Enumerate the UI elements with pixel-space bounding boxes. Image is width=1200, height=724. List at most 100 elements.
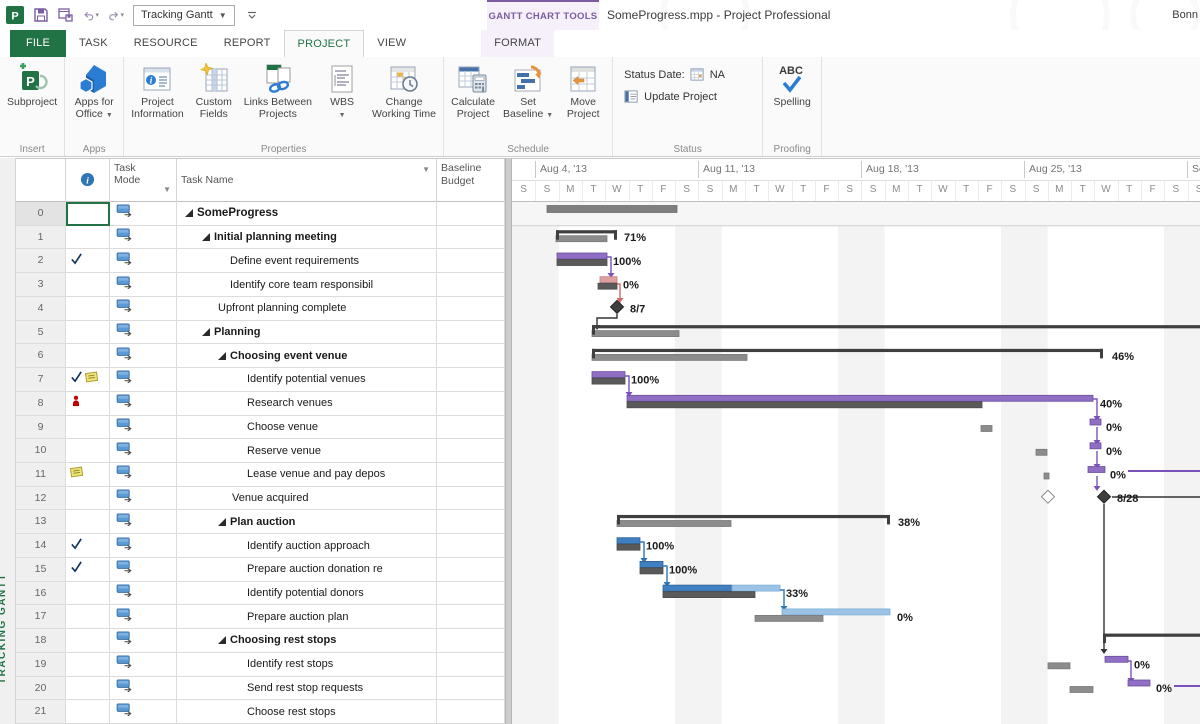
gantt-summary-bar[interactable]	[1103, 634, 1200, 637]
task-mode-cell[interactable]	[110, 558, 177, 582]
baseline-budget-cell[interactable]	[437, 392, 505, 416]
baseline-budget-cell[interactable]	[437, 534, 505, 558]
task-name-cell[interactable]: Choose venue	[177, 416, 437, 440]
baseline-budget-cell[interactable]	[437, 297, 505, 321]
gantt-baseline-bar[interactable]	[592, 331, 679, 337]
baseline-budget-cell[interactable]	[437, 249, 505, 273]
baseline-budget-cell[interactable]	[437, 653, 505, 677]
row-number-cell[interactable]: 10	[16, 439, 66, 463]
task-mode-cell[interactable]	[110, 629, 177, 653]
row-number-cell[interactable]: 4	[16, 297, 66, 321]
gantt-task-bar[interactable]	[1088, 467, 1105, 473]
indicator-cell[interactable]	[66, 297, 110, 321]
indicator-cell[interactable]	[66, 700, 110, 724]
gantt-baseline-bar[interactable]	[598, 283, 617, 289]
row-number-cell[interactable]: 0	[16, 202, 66, 226]
task-name-cell[interactable]: Identify auction approach	[177, 534, 437, 558]
gantt-task-bar[interactable]	[547, 206, 677, 213]
gantt-baseline-bar[interactable]	[755, 615, 823, 621]
baseline-budget-cell[interactable]	[437, 439, 505, 463]
gantt-summary-bar[interactable]	[617, 515, 890, 518]
indicator-cell[interactable]	[66, 677, 110, 701]
baseline-budget-cell[interactable]	[437, 344, 505, 368]
collapse-triangle-icon[interactable]	[202, 328, 210, 336]
view-selector-dropdown[interactable]: Tracking Gantt▼	[133, 5, 235, 26]
task-name-cell[interactable]: Prepare auction donation re	[177, 558, 437, 582]
gantt-task-bar[interactable]	[1090, 443, 1101, 449]
task-name-cell[interactable]: Choosing event venue	[177, 344, 437, 368]
task-name-cell[interactable]: Choose rest stops	[177, 700, 437, 724]
task-name-cell[interactable]: Venue acquired	[177, 487, 437, 511]
row-number-header[interactable]	[16, 159, 66, 202]
move-project-button[interactable]: MoveProject	[557, 59, 609, 120]
gantt-baseline-bar[interactable]	[617, 521, 731, 527]
indicator-cell[interactable]	[66, 582, 110, 606]
tab-format[interactable]: FORMAT	[481, 30, 554, 57]
indicator-cell[interactable]	[66, 344, 110, 368]
indicator-cell[interactable]	[66, 534, 110, 558]
indicator-cell[interactable]	[66, 558, 110, 582]
row-number-cell[interactable]: 12	[16, 487, 66, 511]
task-mode-cell[interactable]	[110, 321, 177, 345]
save-icon[interactable]	[33, 7, 49, 23]
task-name-cell[interactable]: Identify rest stops	[177, 653, 437, 677]
row-number-cell[interactable]: 18	[16, 629, 66, 653]
tab-file[interactable]: FILE	[10, 30, 66, 57]
task-name-cell[interactable]: Upfront planning complete	[177, 297, 437, 321]
gantt-task-bar[interactable]	[1105, 656, 1128, 662]
baseline-budget-cell[interactable]	[437, 605, 505, 629]
gantt-task-bar[interactable]	[663, 585, 732, 591]
indicator-cell[interactable]	[66, 605, 110, 629]
baseline-budget-cell[interactable]	[437, 629, 505, 653]
row-number-cell[interactable]: 11	[16, 463, 66, 487]
indicator-cell[interactable]	[66, 273, 110, 297]
baseline-budget-cell[interactable]	[437, 368, 505, 392]
subproject-button[interactable]: PSubproject	[3, 59, 61, 108]
task-name-cell[interactable]: Research venues	[177, 392, 437, 416]
task-mode-cell[interactable]	[110, 249, 177, 273]
gantt-baseline-bar[interactable]	[981, 426, 992, 432]
task-name-cell[interactable]: Planning	[177, 321, 437, 345]
gantt-baseline-bar[interactable]	[556, 236, 607, 242]
task-name-cell[interactable]: Prepare auction plan	[177, 605, 437, 629]
timescale-header[interactable]: Aug 4, '13Aug 11, '13Aug 18, '13Aug 25, …	[512, 158, 1200, 202]
task-name-column-header[interactable]: Task Name ▼	[177, 159, 437, 202]
calculate-project-button[interactable]: CalculateProject	[447, 59, 499, 120]
table-chart-splitter[interactable]	[505, 158, 512, 724]
change-working-time-button[interactable]: ChangeWorking Time	[368, 59, 440, 120]
task-mode-cell[interactable]	[110, 344, 177, 368]
task-mode-cell[interactable]	[110, 653, 177, 677]
update-project-button[interactable]: Update Project	[624, 89, 725, 104]
gantt-task-bar[interactable]	[1128, 680, 1150, 686]
baseline-budget-cell[interactable]	[437, 321, 505, 345]
row-number-cell[interactable]: 20	[16, 677, 66, 701]
undo-icon[interactable]: ▾	[83, 7, 99, 23]
task-name-cell[interactable]: Choosing rest stops	[177, 629, 437, 653]
task-mode-cell[interactable]	[110, 297, 177, 321]
task-mode-cell[interactable]	[110, 416, 177, 440]
row-number-cell[interactable]: 2	[16, 249, 66, 273]
links-between-projects-button[interactable]: Links BetweenProjects	[240, 59, 316, 120]
indicator-cell[interactable]	[66, 653, 110, 677]
gantt-task-bar[interactable]	[592, 372, 625, 378]
task-mode-cell[interactable]	[110, 605, 177, 629]
task-name-cell[interactable]: Plan auction	[177, 510, 437, 534]
gantt-task-bar[interactable]	[617, 538, 640, 544]
row-number-cell[interactable]: 13	[16, 510, 66, 534]
task-name-cell[interactable]: Define event requirements	[177, 249, 437, 273]
indicator-cell[interactable]	[66, 249, 110, 273]
indicator-cell[interactable]	[66, 416, 110, 440]
gantt-task-bar[interactable]	[1090, 419, 1101, 425]
task-mode-cell[interactable]	[110, 510, 177, 534]
status-date-field[interactable]: Status Date:NA	[624, 67, 725, 82]
row-number-cell[interactable]: 9	[16, 416, 66, 440]
indicator-cell[interactable]	[66, 321, 110, 345]
collapse-triangle-icon[interactable]	[218, 352, 226, 360]
filter-arrow-icon[interactable]: ▼	[422, 152, 430, 188]
task-name-cell[interactable]: SomeProgress	[177, 202, 437, 226]
gantt-baseline-bar[interactable]	[1070, 687, 1093, 693]
task-name-cell[interactable]: Identify core team responsibil	[177, 273, 437, 297]
gantt-baseline-bar[interactable]	[1048, 663, 1070, 669]
task-mode-cell[interactable]	[110, 202, 177, 226]
gantt-baseline-bar[interactable]	[617, 544, 640, 550]
